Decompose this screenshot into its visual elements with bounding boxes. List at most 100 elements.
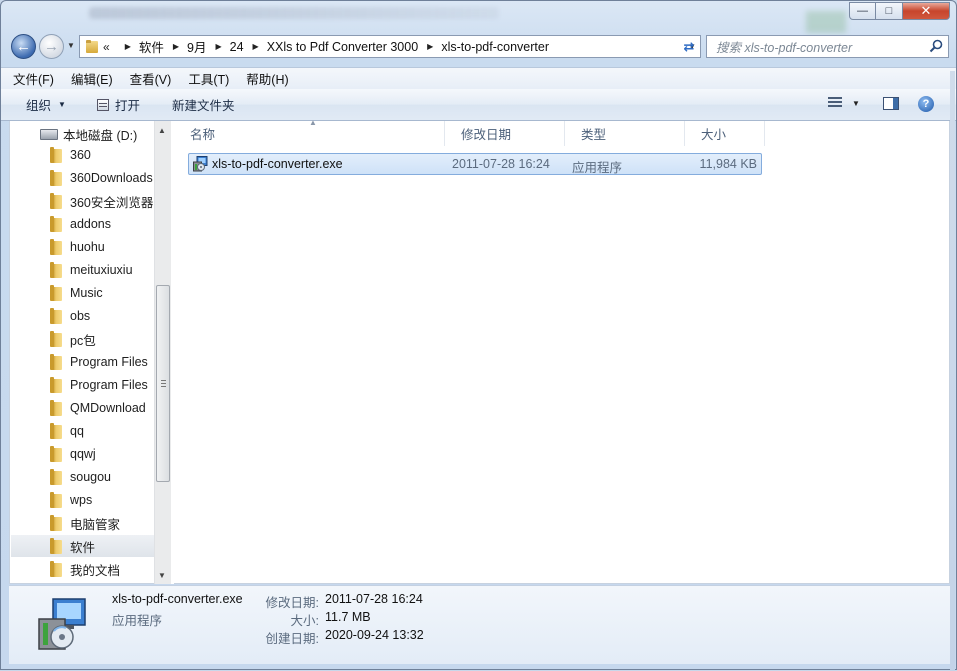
breadcrumb-separator-icon[interactable]: ▶ bbox=[125, 42, 131, 51]
title-bar: — □ ✕ bbox=[1, 1, 956, 33]
folder-icon bbox=[50, 331, 65, 347]
folder-item[interactable]: addons bbox=[11, 213, 154, 235]
menu-tools[interactable]: 工具(T) bbox=[183, 69, 234, 88]
detail-modified-label: 修改日期: bbox=[265, 596, 319, 610]
maximize-button[interactable]: □ bbox=[876, 2, 903, 20]
explorer-window: — □ ✕ ← → ▼ « ▶ 软件 ▶ 9月 ▶ 24 ▶ XXls to P… bbox=[0, 0, 957, 671]
breadcrumb-separator-icon[interactable]: ▶ bbox=[253, 42, 259, 51]
search-input[interactable]: 搜索 xls-to-pdf-converter bbox=[706, 35, 949, 58]
menu-view[interactable]: 查看(V) bbox=[125, 69, 177, 88]
detail-size-value: 11.7 MB bbox=[325, 610, 371, 624]
folder-icon bbox=[50, 262, 65, 278]
folder-item[interactable]: wps bbox=[11, 489, 154, 511]
breadcrumb-separator-icon[interactable]: ▶ bbox=[173, 42, 179, 51]
refresh-button[interactable]: ⇄ bbox=[678, 35, 700, 58]
chevron-down-icon: ▼ bbox=[58, 100, 66, 109]
detail-created-value: 2020-09-24 13:32 bbox=[325, 628, 424, 642]
file-row[interactable]: xls-to-pdf-converter.exe 2011-07-28 16:2… bbox=[188, 153, 762, 175]
close-button[interactable]: ✕ bbox=[903, 2, 950, 20]
help-icon[interactable]: ? bbox=[918, 96, 934, 112]
folder-icon bbox=[50, 469, 65, 485]
folder-label: addons bbox=[70, 217, 112, 231]
folder-icon bbox=[50, 515, 65, 531]
folder-item[interactable]: meituxiuxiu bbox=[11, 259, 154, 281]
column-header-size[interactable]: 大小 bbox=[685, 121, 765, 146]
breadcrumb-item[interactable]: xls-to-pdf-converter bbox=[441, 40, 549, 54]
folder-icon bbox=[50, 561, 65, 577]
folder-item[interactable]: pc包 bbox=[11, 328, 154, 350]
column-header-date[interactable]: 修改日期 bbox=[445, 121, 565, 146]
detail-modified-value: 2011-07-28 16:24 bbox=[325, 592, 423, 606]
search-icon[interactable] bbox=[929, 39, 943, 53]
organize-button[interactable]: 组织 ▼ bbox=[26, 95, 66, 114]
breadcrumb-separator-icon[interactable]: ▶ bbox=[427, 42, 433, 51]
folder-label: obs bbox=[70, 309, 91, 323]
preview-pane-icon[interactable] bbox=[883, 97, 899, 110]
column-header-name[interactable]: 名称 ▲ bbox=[174, 118, 445, 146]
refresh-icon: ⇄ bbox=[683, 38, 695, 54]
folder-item[interactable]: 360 bbox=[11, 144, 154, 166]
details-pane: xls-to-pdf-converter.exe 应用程序 修改日期: 2011… bbox=[9, 585, 950, 664]
folder-item[interactable]: QMDownload bbox=[11, 397, 154, 419]
folder-label: qq bbox=[70, 424, 84, 438]
folder-item[interactable]: 我的文档 bbox=[11, 558, 154, 580]
folder-label: pc包 bbox=[70, 333, 96, 348]
back-button[interactable]: ← bbox=[11, 34, 36, 59]
folder-item[interactable]: qqwj bbox=[11, 443, 154, 465]
scroll-up-icon[interactable]: ▲ bbox=[158, 126, 166, 135]
detail-size-label: 大小: bbox=[290, 614, 319, 628]
folder-icon bbox=[50, 400, 65, 416]
recent-pages-dropdown[interactable]: ▼ bbox=[67, 41, 75, 50]
installer-icon bbox=[38, 598, 86, 650]
folder-item[interactable]: 电脑管家 bbox=[11, 512, 154, 534]
scrollbar-thumb[interactable] bbox=[156, 285, 170, 482]
open-button[interactable]: 打开 bbox=[96, 95, 140, 114]
folder-icon bbox=[86, 39, 98, 54]
folder-icon bbox=[50, 538, 65, 554]
folder-item[interactable]: 软件 bbox=[11, 535, 154, 557]
breadcrumb-item[interactable]: 软件 bbox=[139, 37, 164, 56]
folder-item[interactable]: 360Downloads bbox=[11, 167, 154, 189]
breadcrumb-item[interactable]: XXls to Pdf Converter 3000 bbox=[267, 40, 418, 54]
command-bar: 组织 ▼ 打开 新建文件夹 bbox=[1, 89, 956, 121]
folder-label: 我的文档 bbox=[70, 563, 121, 578]
column-header-type[interactable]: 类型 bbox=[565, 121, 685, 146]
drive-item[interactable]: 本地磁盘 (D:) bbox=[40, 125, 137, 144]
drive-icon bbox=[40, 129, 58, 140]
search-placeholder: 搜索 xls-to-pdf-converter bbox=[716, 41, 853, 55]
folder-label: Program Files bbox=[70, 378, 148, 392]
scroll-down-icon[interactable]: ▼ bbox=[158, 571, 166, 580]
view-options-icon[interactable] bbox=[828, 97, 842, 109]
folder-item[interactable]: Music bbox=[11, 282, 154, 304]
folder-item[interactable]: Program Files bbox=[11, 351, 154, 373]
folder-icon bbox=[50, 285, 65, 301]
folder-icon bbox=[50, 354, 65, 370]
folder-item[interactable]: Program Files bbox=[11, 374, 154, 396]
folder-label: sougou bbox=[70, 470, 112, 484]
menu-edit[interactable]: 编辑(E) bbox=[66, 69, 118, 88]
navpane-scrollbar[interactable]: ▲ ▼ bbox=[154, 121, 172, 584]
folder-item[interactable]: obs bbox=[11, 305, 154, 327]
folder-icon bbox=[50, 423, 65, 439]
forward-button[interactable]: → bbox=[39, 34, 64, 59]
breadcrumb-item[interactable]: 9月 bbox=[187, 37, 206, 56]
menu-file[interactable]: 文件(F) bbox=[8, 69, 59, 88]
address-bar[interactable]: « ▶ 软件 ▶ 9月 ▶ 24 ▶ XXls to Pdf Converter… bbox=[79, 35, 701, 58]
folder-icon bbox=[50, 216, 65, 232]
folder-label: 360 bbox=[70, 148, 91, 162]
folder-item[interactable]: 360安全浏览器 bbox=[11, 190, 154, 212]
folder-label: huohu bbox=[70, 240, 105, 254]
minimize-button[interactable]: — bbox=[849, 2, 876, 20]
navigation-bar: ← → ▼ « ▶ 软件 ▶ 9月 ▶ 24 ▶ XXls to Pdf Con… bbox=[1, 31, 956, 63]
folder-item[interactable]: qq bbox=[11, 420, 154, 442]
folder-icon bbox=[50, 377, 65, 393]
breadcrumb-overflow[interactable]: « bbox=[103, 40, 110, 54]
folder-item[interactable]: sougou bbox=[11, 466, 154, 488]
folder-item[interactable]: huohu bbox=[11, 236, 154, 258]
menu-help[interactable]: 帮助(H) bbox=[241, 69, 293, 88]
breadcrumb-item[interactable]: 24 bbox=[230, 40, 244, 54]
chevron-down-icon[interactable]: ▼ bbox=[852, 99, 860, 108]
breadcrumb-separator-icon[interactable]: ▶ bbox=[215, 42, 221, 51]
new-folder-button[interactable]: 新建文件夹 bbox=[172, 95, 235, 114]
folder-label: wps bbox=[70, 493, 93, 507]
